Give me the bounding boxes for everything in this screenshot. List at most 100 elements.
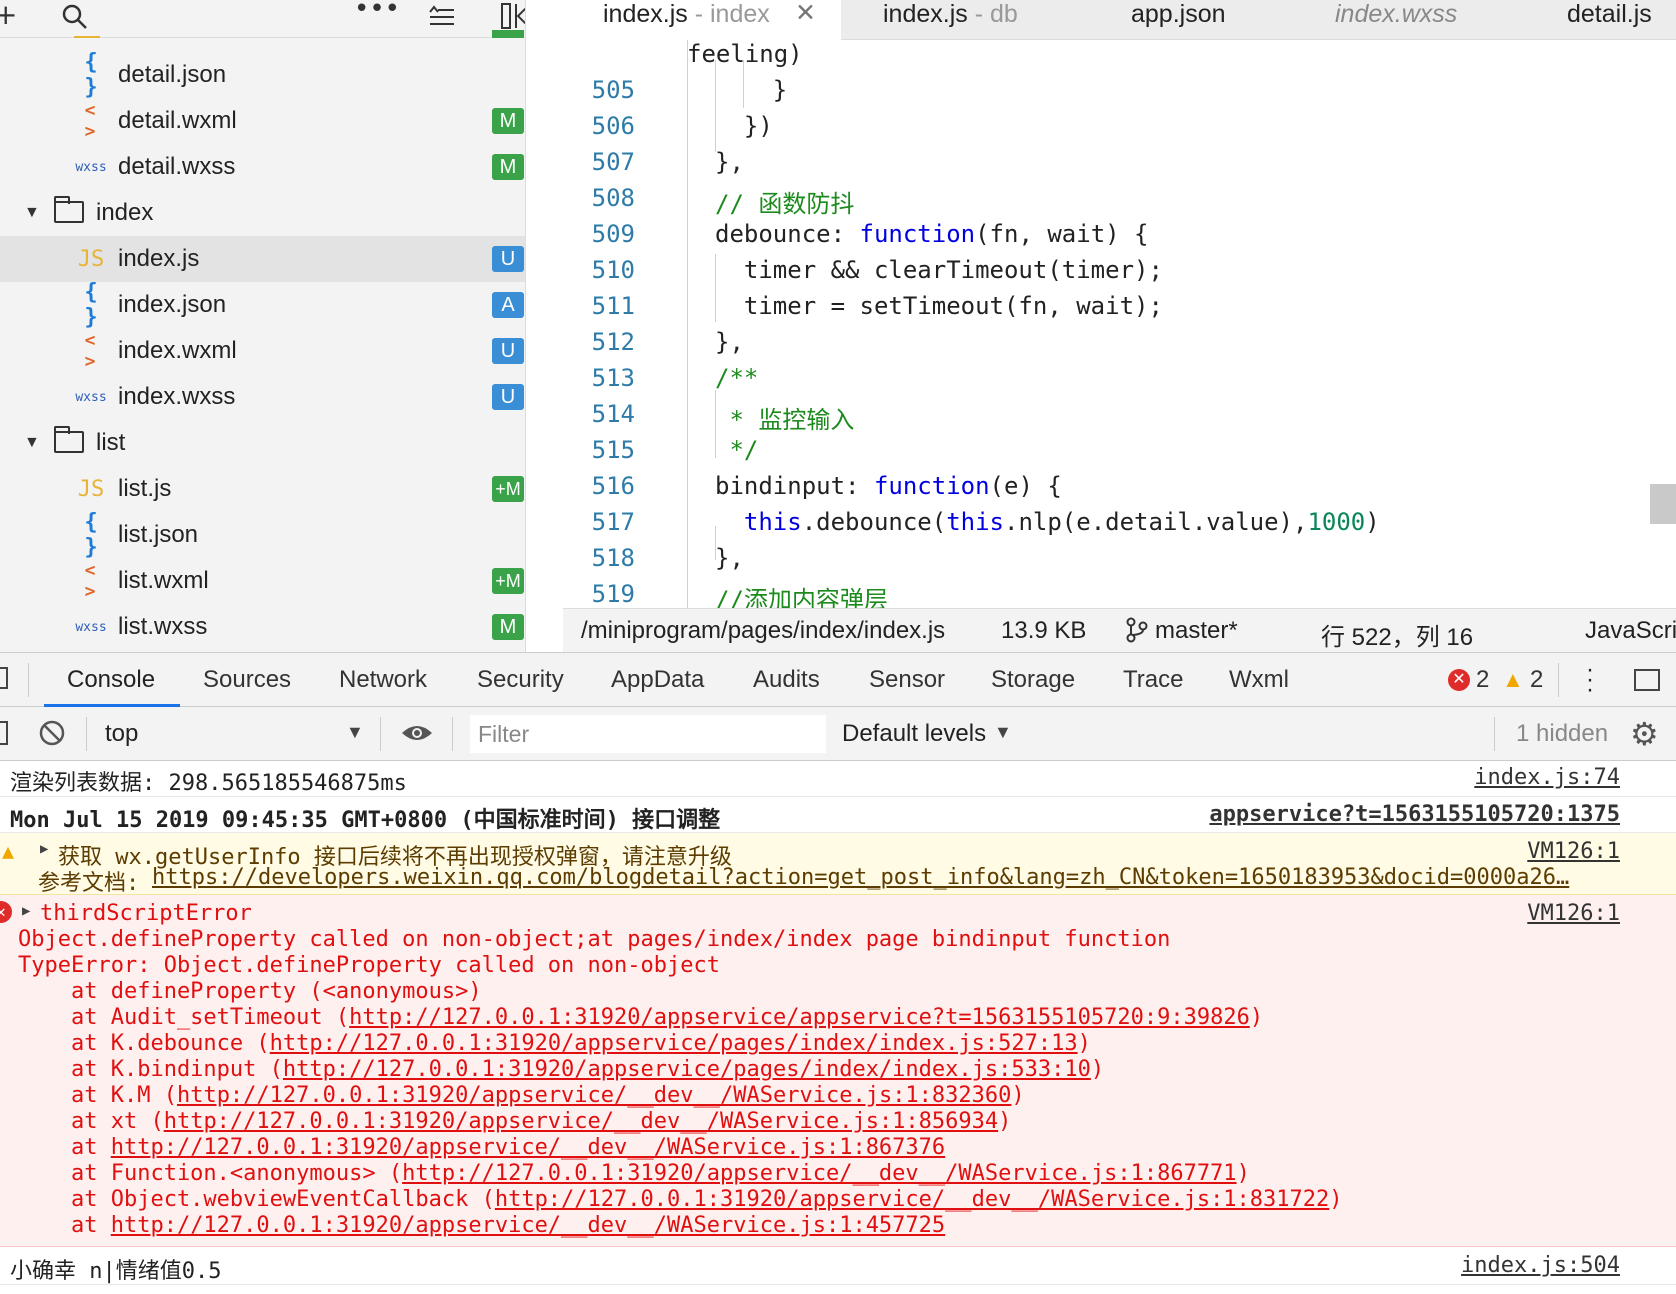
tab-app-json[interactable]: app.json [1131, 0, 1226, 40]
eye-icon[interactable] [400, 721, 434, 750]
warning-count[interactable]: 2 [1530, 666, 1543, 694]
code-line: timer = setTimeout(fn, wait); [715, 292, 1163, 320]
stack-link[interactable]: http://127.0.0.1:31920/appservice/__dev_… [111, 1213, 945, 1238]
tree-item-index-wxml[interactable]: < > index.wxml U [0, 328, 525, 374]
wxss-file-icon: wxss [75, 159, 107, 175]
file-name: index.wxml [118, 337, 237, 364]
git-branch[interactable]: master* [1155, 617, 1238, 645]
tree-item-index-js[interactable]: JS index.js U [0, 236, 525, 282]
sidebar-toggle-icon[interactable] [0, 721, 8, 745]
tab-audits[interactable]: Audits [753, 666, 820, 694]
context-select[interactable]: top [105, 720, 138, 748]
tab-dir: - index [687, 0, 770, 28]
tab-detail-js[interactable]: detail.js [1567, 0, 1652, 40]
tab-console[interactable]: Console [67, 666, 155, 694]
git-badge: M [492, 614, 524, 640]
line-number: 516 [591, 472, 635, 500]
tree-item-list-wxss[interactable]: wxss list.wxss M [0, 604, 525, 650]
hidden-row-fragment [74, 30, 100, 38]
stack-frame: at K.debounce (http://127.0.0.1:31920/ap… [18, 1031, 1091, 1056]
stack-link[interactable]: http://127.0.0.1:31920/appservice/appser… [349, 1005, 1250, 1030]
error-count[interactable]: 2 [1476, 666, 1489, 694]
log-levels-select[interactable]: Default levels [842, 720, 986, 748]
tree-item-detail-wxml[interactable]: < > detail.wxml M [0, 98, 525, 144]
tree-folder-index[interactable]: ▼ index [0, 190, 525, 236]
tab-appdata[interactable]: AppData [611, 666, 704, 694]
tree-item-list-json[interactable]: { } list.json [0, 510, 525, 560]
dropdown-arrow-icon[interactable]: ▼ [994, 722, 1012, 743]
source-link[interactable]: VM126:1 [1527, 839, 1620, 864]
tree-item-index-wxss[interactable]: wxss index.wxss U [0, 374, 525, 420]
divider [380, 717, 381, 751]
tab-security[interactable]: Security [477, 666, 564, 694]
git-badge: M [492, 108, 524, 134]
tree-item-detail-wxss[interactable]: wxss detail.wxss M [0, 144, 525, 190]
tree-folder-list[interactable]: ▼ list [0, 420, 525, 466]
editor-scrollbar[interactable] [1650, 484, 1676, 524]
tab-sensor[interactable]: Sensor [869, 666, 945, 694]
console-messages: 渲染列表数据: 298.565185546875ms index.js:74 M… [0, 761, 1676, 1294]
tab-wxml[interactable]: Wxml [1229, 666, 1289, 694]
file-path: /miniprogram/pages/index/index.js [581, 617, 946, 644]
tree-item-list-js[interactable]: JS list.js +M [0, 466, 525, 512]
code-editor[interactable]: feeling) 505 } 506 }) 507 }, 508 // 函数防抖… [563, 40, 1676, 608]
file-name: list.js [118, 475, 172, 502]
collapse-all-icon[interactable] [428, 4, 456, 34]
stack-link[interactable]: http://127.0.0.1:31920/appservice/__dev_… [177, 1083, 1011, 1108]
clear-console-icon[interactable] [38, 719, 66, 752]
tab-network[interactable]: Network [339, 666, 427, 694]
error-icon: ✕ [0, 901, 12, 923]
tab-sources[interactable]: Sources [203, 666, 291, 694]
expand-caret-icon[interactable]: ▶ [22, 903, 30, 919]
tab-index-js-index[interactable]: index.js - index ✕ [563, 0, 841, 40]
more-vertical-icon[interactable]: · · · [1585, 658, 1595, 702]
caret-down-icon[interactable]: ▼ [24, 434, 40, 452]
stack-frame: at Audit_setTimeout (http://127.0.0.1:31… [18, 1005, 1264, 1030]
tab-dir: - db [967, 0, 1018, 28]
split-panel-icon[interactable] [500, 2, 525, 32]
line-number: 513 [591, 364, 635, 392]
source-link[interactable]: VM126:1 [1527, 901, 1620, 926]
file-explorer: + ••• { } detail.json < > detail.wxml M … [0, 0, 526, 652]
inspect-element-icon[interactable] [0, 667, 8, 689]
stack-link[interactable]: http://127.0.0.1:31920/appservice/__dev_… [111, 1135, 945, 1160]
language-mode[interactable]: JavaScri [1585, 617, 1676, 645]
caret-down-icon[interactable]: ▼ [24, 204, 40, 222]
stack-link[interactable]: http://127.0.0.1:31920/appservice/__dev_… [495, 1187, 1329, 1212]
tab-storage[interactable]: Storage [991, 666, 1075, 694]
divider [86, 717, 87, 751]
stack-frame: at http://127.0.0.1:31920/appservice/__d… [18, 1135, 946, 1160]
source-link[interactable]: appservice?t=1563155105720:1375 [1209, 802, 1620, 827]
filter-input[interactable] [470, 715, 826, 753]
stack-link[interactable]: http://127.0.0.1:31920/appservice/__dev_… [402, 1161, 1236, 1186]
file-name: detail.json [118, 61, 227, 88]
line-number: 517 [591, 508, 635, 536]
gear-icon[interactable]: ⚙ [1630, 715, 1659, 753]
source-link[interactable]: index.js:504 [1461, 1253, 1620, 1278]
warning-doc-link[interactable]: https://developers.weixin.qq.com/blogdet… [152, 865, 1569, 890]
stack-link[interactable]: http://127.0.0.1:31920/appservice/pages/… [270, 1031, 1078, 1056]
close-icon[interactable]: ✕ [795, 0, 816, 27]
cursor-position[interactable]: 行 522，列 16 [1321, 617, 1473, 652]
js-file-icon: JS [77, 246, 105, 272]
line-number: 511 [591, 292, 635, 320]
json-file-icon: { } [84, 280, 98, 330]
tree-item-list-wxml[interactable]: < > list.wxml +M [0, 558, 525, 604]
tab-index-js-db[interactable]: index.js - db [883, 0, 1018, 40]
tab-trace[interactable]: Trace [1123, 666, 1183, 694]
add-icon[interactable]: + [0, 1, 17, 32]
source-link[interactable]: index.js:74 [1474, 765, 1620, 790]
tree-item-index-json[interactable]: { } index.json A [0, 280, 525, 330]
warning-doc-prefix: 参考文档: [38, 871, 153, 896]
dock-icon[interactable] [1634, 669, 1660, 691]
stack-frame: at Object.webviewEventCallback (http://1… [18, 1187, 1343, 1212]
code-line-comment: */ [715, 436, 759, 464]
stack-link[interactable]: http://127.0.0.1:31920/appservice/__dev_… [164, 1109, 998, 1134]
error-message: Object.defineProperty called on non-obje… [18, 927, 1171, 952]
stack-link[interactable]: http://127.0.0.1:31920/appservice/pages/… [283, 1057, 1091, 1082]
tree-item-detail-json[interactable]: { } detail.json [0, 50, 525, 100]
tab-index-wxss[interactable]: index.wxss [1335, 0, 1457, 40]
expand-caret-icon[interactable]: ▶ [40, 841, 48, 857]
dropdown-arrow-icon[interactable]: ▼ [346, 722, 364, 743]
more-icon[interactable]: ••• [354, 0, 400, 26]
